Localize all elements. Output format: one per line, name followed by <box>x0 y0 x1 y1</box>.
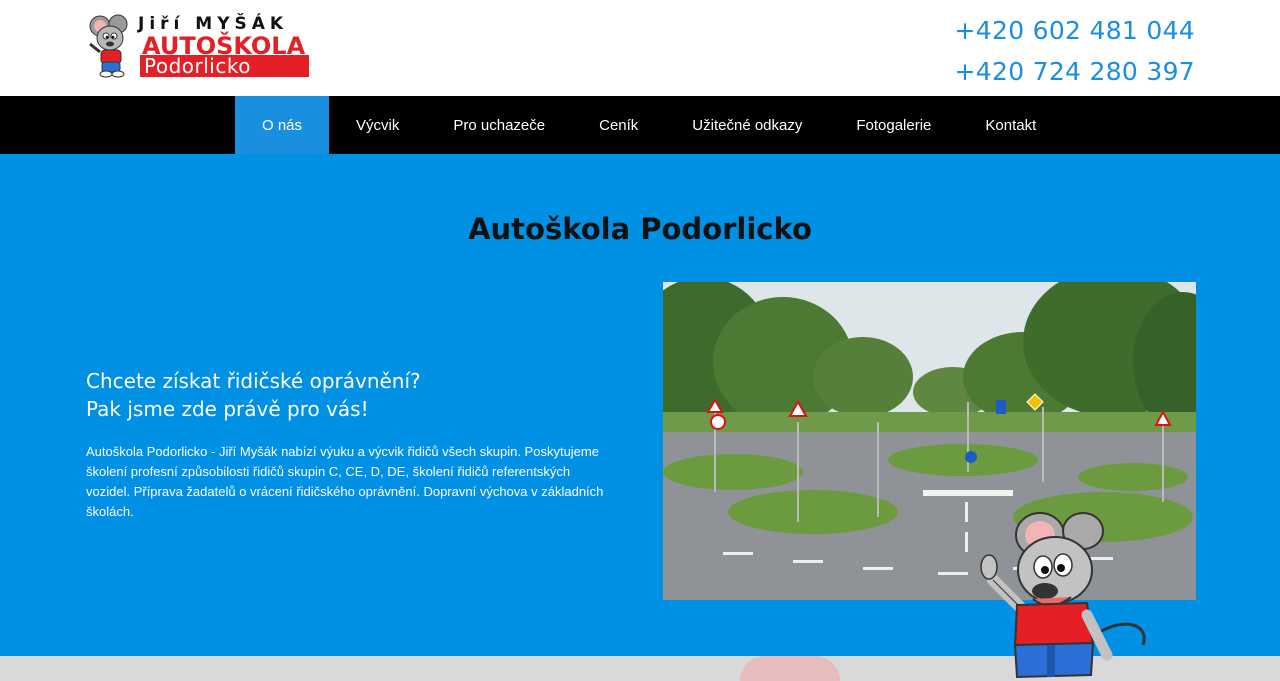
phone-contacts: +420 602 481 044 +420 724 280 397 <box>955 10 1195 92</box>
nav-item-o-nas[interactable]: O nás <box>235 96 330 154</box>
nav-item-vycvik[interactable]: Výcvik <box>329 96 426 154</box>
nav-item-cenik[interactable]: Ceník <box>572 96 665 154</box>
nav-item-pro-uchazece[interactable]: Pro uchazeče <box>426 96 572 154</box>
page-title: Autoškola Podorlicko <box>468 212 812 246</box>
nav-item-kontakt[interactable]: Kontakt <box>958 96 1063 154</box>
hero-headline: Chcete získat řidičské oprávnění? Pak js… <box>86 367 421 423</box>
logo-top-line: Jiří MYŠÁK <box>138 14 289 34</box>
mouse-mascot-icon <box>89 14 128 78</box>
phone-link-1[interactable]: +420 602 481 044 <box>955 10 1195 51</box>
hero-headline-line-1: Chcete získat řidičské oprávnění? <box>86 369 421 393</box>
site-logo[interactable]: Jiří MYŠÁK AUTOŠKOLA Podorlicko <box>86 14 312 78</box>
main-navigation: O nás Výcvik Pro uchazeče Ceník Užitečné… <box>0 96 1280 154</box>
phone-link-2[interactable]: +420 724 280 397 <box>955 51 1195 92</box>
hero-description: Autoškola Podorlicko - Jiří Myšák nabízí… <box>86 444 604 519</box>
site-header: Jiří MYŠÁK AUTOŠKOLA Podorlicko +420 602… <box>0 0 1280 96</box>
nav-item-uzitecne-odkazy[interactable]: Užitečné odkazy <box>665 96 829 154</box>
logo-sub-line: Podorlicko <box>144 54 251 78</box>
hero-headline-line-2: Pak jsme zde právě pro vás! <box>86 397 369 421</box>
mouse-mascot-icon <box>980 512 1146 679</box>
next-section-image-fragment <box>740 656 840 681</box>
nav-list: O nás Výcvik Pro uchazeče Ceník Užitečné… <box>235 96 1063 154</box>
nav-item-fotogalerie[interactable]: Fotogalerie <box>829 96 958 154</box>
